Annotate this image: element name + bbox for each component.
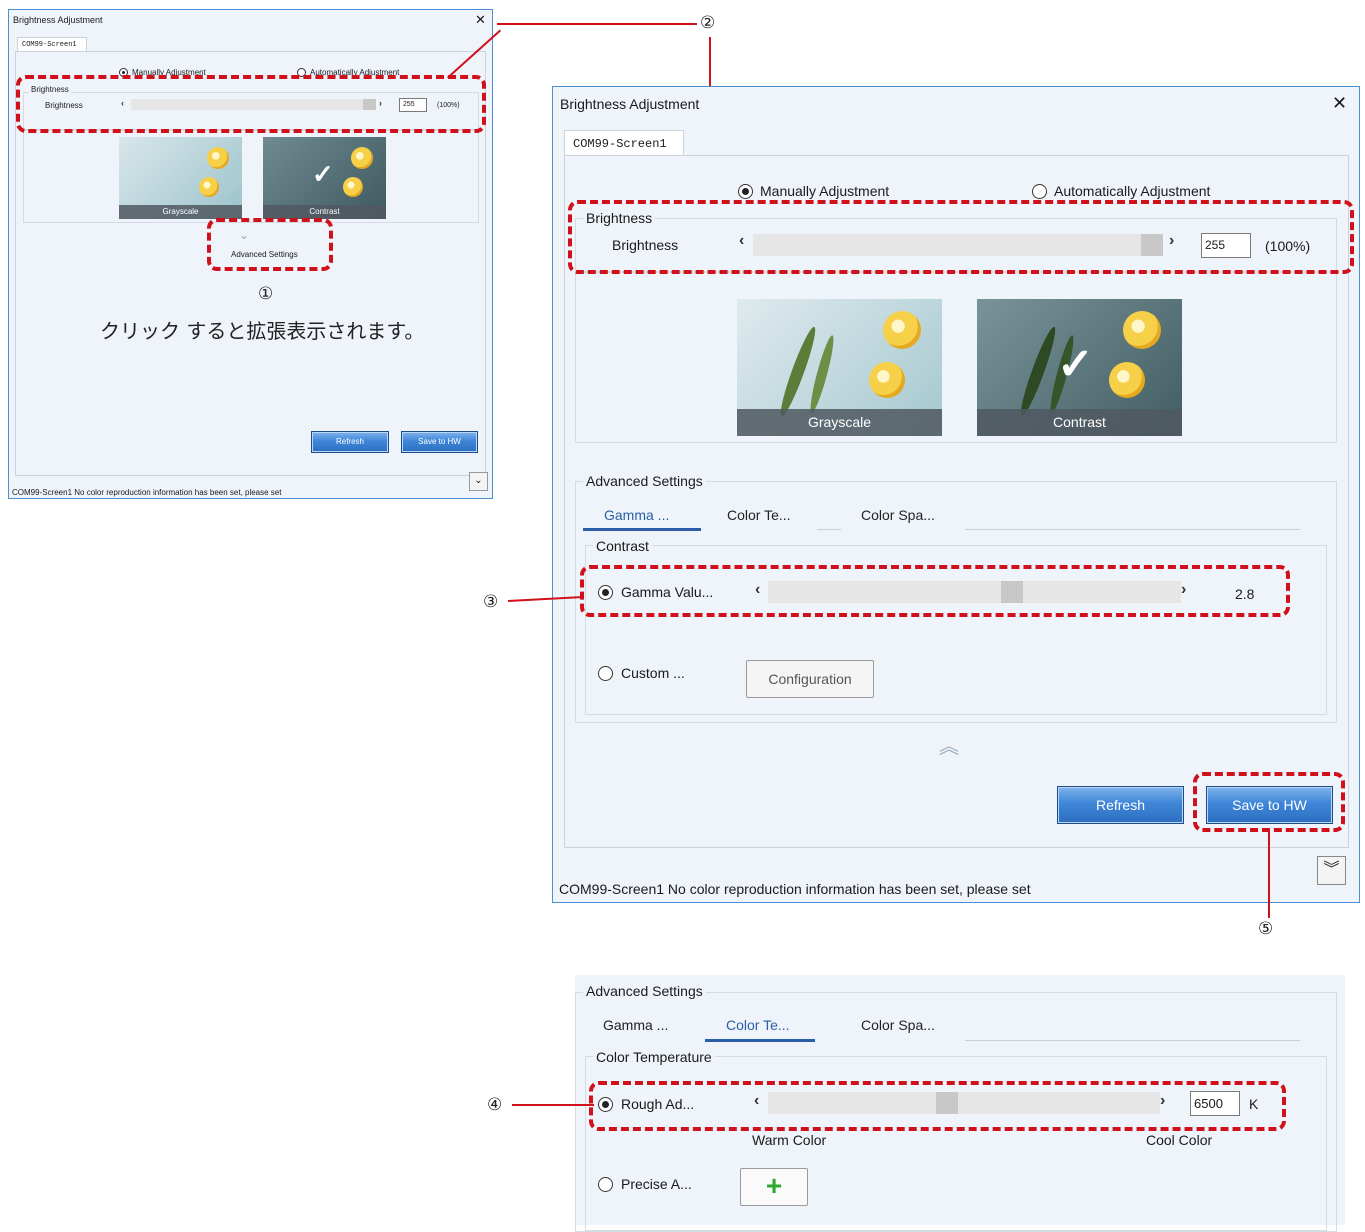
bottom-advanced-group-label: Advanced Settings <box>583 983 706 999</box>
bottom-cool-label: Cool Color <box>1146 1132 1213 1148</box>
bottom-tab-color-temp[interactable]: Color Te... <box>726 1017 790 1033</box>
callout-5-leader <box>1268 832 1270 918</box>
large-tab-divider-2 <box>965 529 1300 530</box>
large-tab-color-space[interactable]: Color Spa... <box>861 507 935 523</box>
small-annotation-advanced-box <box>207 218 333 271</box>
large-caption-contrast: Contrast <box>977 409 1182 436</box>
bottom-color-temp-group-label: Color Temperature <box>593 1049 715 1065</box>
small-preset-contrast[interactable]: ✓ Contrast <box>263 137 386 219</box>
small-refresh-button[interactable]: Refresh <box>311 431 389 453</box>
small-close-icon[interactable]: ✕ <box>475 12 486 28</box>
bottom-tab-color-temp-underline <box>705 1039 815 1042</box>
large-annotation-gamma-box <box>580 565 1290 617</box>
large-tab-gamma-underline <box>583 528 701 531</box>
small-lemon-icon-3 <box>351 147 373 169</box>
small-preset-group <box>23 130 479 223</box>
small-save-button[interactable]: Save to HW <box>401 431 478 453</box>
large-close-icon[interactable]: ✕ <box>1332 93 1347 114</box>
large-annotation-save-box <box>1193 772 1345 832</box>
bottom-warm-label: Warm Color <box>752 1132 827 1148</box>
large-label-manual: Manually Adjustment <box>760 183 890 199</box>
bottom-precise-label: Precise A... <box>621 1176 692 1192</box>
large-label-auto: Automatically Adjustment <box>1054 183 1211 199</box>
small-collapse-toggle-icon[interactable]: ⌄ <box>469 472 488 491</box>
large-tab-divider-1 <box>817 529 841 530</box>
large-contrast-group-label: Contrast <box>593 538 652 554</box>
large-check-icon: ✓ <box>1057 340 1094 389</box>
large-radio-manual[interactable] <box>738 184 753 199</box>
large-radio-auto[interactable] <box>1032 184 1047 199</box>
large-custom-label: Custom ... <box>621 665 685 681</box>
callout-2-leader-horizontal <box>497 23 697 25</box>
large-configuration-button[interactable]: Configuration <box>746 660 874 698</box>
small-tab-screen1[interactable]: COM99-Screen1 <box>17 37 87 52</box>
large-preset-grayscale[interactable]: Grayscale <box>737 299 942 436</box>
large-radio-custom[interactable] <box>598 666 613 681</box>
large-tab-gamma[interactable]: Gamma ... <box>604 507 669 523</box>
bottom-annotation-rough-box <box>589 1081 1286 1131</box>
small-status-text: COM99-Screen1 No color reproduction info… <box>12 488 282 497</box>
bottom-tab-gamma[interactable]: Gamma ... <box>603 1017 668 1033</box>
large-tab-screen1[interactable]: COM99-Screen1 <box>564 130 684 156</box>
bottom-tab-color-space[interactable]: Color Spa... <box>861 1017 935 1033</box>
small-lemon-icon-4 <box>343 177 363 197</box>
callout-1-text: クリック すると拡張表示されます。 <box>100 319 425 343</box>
callout-5-number: ⑤ <box>1258 919 1274 939</box>
small-check-icon: ✓ <box>312 159 334 189</box>
small-window-title: Brightness Adjustment <box>13 15 103 25</box>
large-window-title: Brightness Adjustment <box>560 96 700 112</box>
small-lemon-icon-2 <box>199 177 219 197</box>
plus-icon: + <box>765 1170 783 1201</box>
large-collapse-chevron-icon[interactable]: ︽ <box>939 730 959 759</box>
large-tab-color-temp[interactable]: Color Te... <box>727 507 791 523</box>
small-annotation-brightness-box <box>16 75 486 133</box>
bottom-radio-precise[interactable] <box>598 1177 613 1192</box>
large-lemon-icon-4 <box>1109 362 1145 398</box>
large-annotation-brightness-box <box>568 200 1354 274</box>
large-preset-contrast[interactable]: ✓ Contrast <box>977 299 1182 436</box>
large-lemon-icon-1 <box>883 311 921 349</box>
small-preset-grayscale[interactable]: Grayscale <box>119 137 242 219</box>
bottom-add-button[interactable]: + <box>740 1168 808 1206</box>
large-lemon-icon-3 <box>1123 311 1161 349</box>
large-status-text: COM99-Screen1 No color reproduction info… <box>559 881 1031 897</box>
callout-4-number: ④ <box>487 1095 503 1115</box>
large-preset-group <box>575 272 1337 443</box>
large-collapse-toggle-icon[interactable]: ︾ <box>1317 856 1346 885</box>
callout-4-leader <box>512 1104 594 1106</box>
large-advanced-group-label: Advanced Settings <box>583 473 706 489</box>
callout-3-number: ③ <box>483 592 499 612</box>
small-lemon-icon-1 <box>207 147 229 169</box>
small-caption-contrast: Contrast <box>263 205 386 219</box>
bottom-tab-divider <box>965 1040 1300 1041</box>
large-caption-grayscale: Grayscale <box>737 409 942 436</box>
callout-1-number: ① <box>258 284 274 304</box>
callout-2-number: ② <box>700 13 716 33</box>
large-refresh-button[interactable]: Refresh <box>1057 786 1184 824</box>
large-lemon-icon-2 <box>869 362 905 398</box>
small-caption-grayscale: Grayscale <box>119 205 242 219</box>
